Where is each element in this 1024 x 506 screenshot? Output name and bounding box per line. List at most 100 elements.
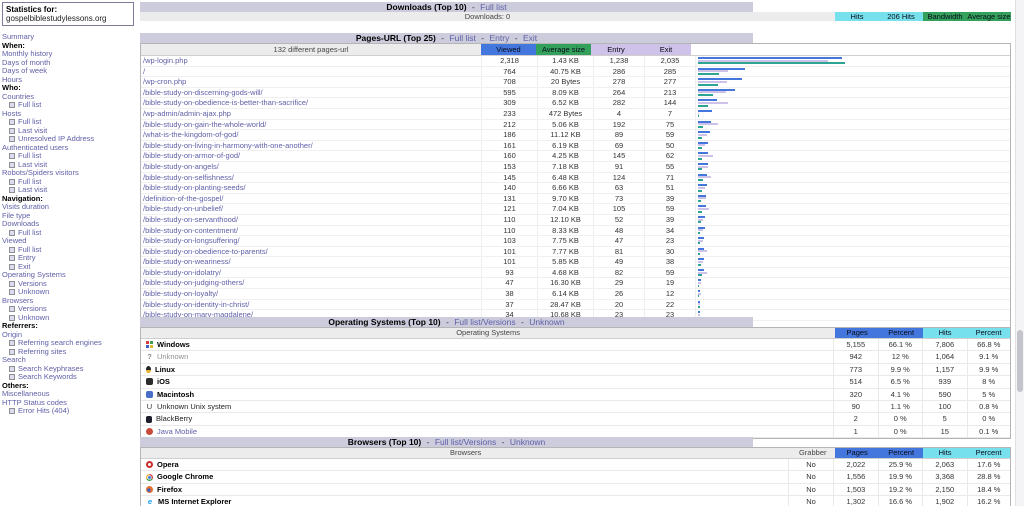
pages-percent-value: 0 % bbox=[877, 413, 923, 425]
entry-value: 264 bbox=[593, 87, 644, 98]
row-bars bbox=[695, 66, 1010, 77]
grabber-value: No bbox=[787, 459, 833, 471]
viewed-value: 595 bbox=[481, 87, 537, 98]
os-full-list-link[interactable]: Full list/Versions bbox=[454, 317, 515, 327]
page-url-link[interactable]: / bbox=[141, 67, 481, 77]
list-bullet-icon bbox=[9, 255, 15, 262]
viewed-value: 212 bbox=[481, 119, 537, 130]
column-header-percent: Percent bbox=[879, 448, 924, 458]
pages-value: 5,155 bbox=[833, 339, 878, 351]
table-row: /wp-login.php 2,318 1.43 KB 1,238 2,035 bbox=[141, 56, 1010, 67]
page-url-link[interactable]: /bible-study-on-judging-others/ bbox=[141, 278, 481, 288]
java-icon bbox=[146, 427, 153, 435]
pages-title-bar: Pages-URL (Top 25) - Full list - Entry -… bbox=[140, 33, 753, 43]
question-icon bbox=[146, 351, 153, 362]
page-url-link[interactable]: /bible-study-on-selfishness/ bbox=[141, 173, 481, 183]
page-url-link[interactable]: /bible-study-on-gain-the-whole-world/ bbox=[141, 120, 481, 130]
page-url-link[interactable]: /bible-study-on-obedience-to-parents/ bbox=[141, 247, 481, 257]
page-url-link[interactable]: /bible-study-on-longsuffering/ bbox=[141, 236, 481, 246]
entry-value: 286 bbox=[593, 66, 644, 77]
pages-value: 1,302 bbox=[833, 496, 877, 506]
row-bars bbox=[695, 183, 1010, 193]
average-size-value: 7.04 KB bbox=[537, 204, 593, 214]
page-url-link[interactable]: /bible-study-on-idolatry/ bbox=[141, 268, 481, 278]
sidebar: Statistics for: gospelbiblestudylessons.… bbox=[2, 2, 134, 416]
page-url-link[interactable]: /bible-study-on-living-in-harmony-with-o… bbox=[141, 141, 481, 151]
page-url-link[interactable]: /bible-study-on-unbelief/ bbox=[141, 204, 481, 214]
page-url-link[interactable]: /bible-study-on-angels/ bbox=[141, 162, 481, 172]
hits-percent-value: 9.9 % bbox=[966, 363, 1011, 376]
exit-bar bbox=[698, 210, 702, 213]
hits-percent-value: 0.1 % bbox=[966, 425, 1011, 438]
page-url-link[interactable]: /wp-login.php bbox=[141, 56, 481, 66]
row-bars bbox=[695, 151, 1010, 161]
sidebar-item[interactable]: Error Hits (404) bbox=[2, 406, 134, 416]
browsers-full-list-link[interactable]: Full list/Versions bbox=[435, 437, 496, 447]
page-url-link[interactable]: /bible-study-on-servanthood/ bbox=[141, 215, 481, 225]
viewed-value: 186 bbox=[481, 130, 537, 140]
entry-bar bbox=[698, 271, 707, 274]
exit-value: 277 bbox=[644, 77, 695, 87]
scrollbar-thumb[interactable] bbox=[1017, 330, 1023, 392]
entry-value: 52 bbox=[593, 214, 644, 225]
page-url-link[interactable]: /bible-study-on-identity-in-christ/ bbox=[141, 300, 481, 310]
page-url-link[interactable]: /bible-study-on-loyalty/ bbox=[141, 289, 481, 299]
pages-value: 2,022 bbox=[833, 459, 877, 471]
column-header-entry: Entry bbox=[591, 44, 641, 55]
viewed-value: 309 bbox=[481, 98, 537, 108]
pages-exit-link[interactable]: Exit bbox=[523, 33, 537, 43]
entry-bar bbox=[698, 80, 727, 83]
sidebar-nav: Summary When: Monthly history Days of mo… bbox=[2, 32, 134, 416]
pages-value: 942 bbox=[833, 351, 878, 363]
pages-full-list-link[interactable]: Full list bbox=[449, 33, 475, 43]
os-name[interactable]: Java Mobile bbox=[157, 426, 197, 437]
list-bullet-icon bbox=[9, 408, 15, 415]
browsers-unknown-link[interactable]: Unknown bbox=[510, 437, 545, 447]
site-name: gospelbiblestudylessons.org bbox=[6, 14, 107, 23]
average-size-value: 5.06 KB bbox=[537, 119, 593, 130]
viewed-value: 131 bbox=[481, 193, 537, 204]
page-url-link[interactable]: /bible-study-on-weariness/ bbox=[141, 257, 481, 267]
entry-value: 282 bbox=[593, 98, 644, 108]
os-title-bar: Operating Systems (Top 10) - Full list/V… bbox=[140, 317, 753, 327]
pages-entry-link[interactable]: Entry bbox=[490, 33, 510, 43]
os-name: Macintosh bbox=[157, 389, 195, 399]
exit-value: 59 bbox=[644, 204, 695, 214]
page-url-link[interactable]: /bible-study-on-contentment/ bbox=[141, 226, 481, 236]
page-url-link[interactable]: /wp-admin/admin-ajax.php bbox=[141, 109, 481, 119]
page-url-link[interactable]: /bible-study-on-planting-seeds/ bbox=[141, 183, 481, 193]
page-url-link[interactable]: /what-is-the-kingdom-of-god/ bbox=[141, 130, 481, 140]
pages-percent-value: 4.1 % bbox=[877, 388, 923, 400]
downloads-full-list-link[interactable]: Full list bbox=[480, 2, 506, 12]
entry-bar bbox=[698, 218, 703, 221]
vertical-scrollbar[interactable] bbox=[1015, 0, 1024, 506]
entry-bar bbox=[698, 91, 726, 94]
os-unknown-link[interactable]: Unknown bbox=[529, 317, 564, 327]
average-size-value: 9.70 KB bbox=[537, 193, 593, 204]
page-url-link[interactable]: /bible-study-on-armor-of-god/ bbox=[141, 151, 481, 161]
viewed-bar bbox=[698, 78, 742, 81]
list-bullet-icon bbox=[9, 102, 15, 109]
entry-value: 48 bbox=[593, 225, 644, 236]
page-url-link[interactable]: /bible-study-on-discerning-gods-will/ bbox=[141, 88, 481, 98]
row-bars bbox=[695, 257, 1010, 267]
viewed-bar bbox=[698, 268, 704, 271]
pages-count-label: 132 different pages-url bbox=[141, 44, 481, 55]
sidebar-item[interactable]: Hours bbox=[2, 75, 134, 85]
pages-percent-value: 25.9 % bbox=[877, 459, 922, 471]
page-url-link[interactable]: /bible-study-on-obedience-is-better-than… bbox=[141, 98, 481, 108]
sidebar-item[interactable]: Full list bbox=[2, 100, 134, 110]
entry-value: 81 bbox=[593, 246, 644, 257]
os-table: Operating Systems Pages Percent Hits Per… bbox=[140, 327, 1011, 440]
viewed-value: 38 bbox=[481, 289, 537, 299]
page-url-link[interactable]: /definition-of-the-gospel/ bbox=[141, 194, 481, 204]
exit-value: 285 bbox=[644, 66, 695, 77]
exit-value: 75 bbox=[644, 119, 695, 130]
page-url-link[interactable]: /wp-cron.php bbox=[141, 77, 481, 87]
viewed-value: 110 bbox=[481, 214, 537, 225]
hits-percent-value: 28.8 % bbox=[966, 471, 1010, 483]
exit-value: 39 bbox=[644, 193, 695, 204]
entry-value: 49 bbox=[593, 257, 644, 267]
exit-bar bbox=[698, 104, 708, 107]
entry-bar bbox=[698, 186, 705, 189]
